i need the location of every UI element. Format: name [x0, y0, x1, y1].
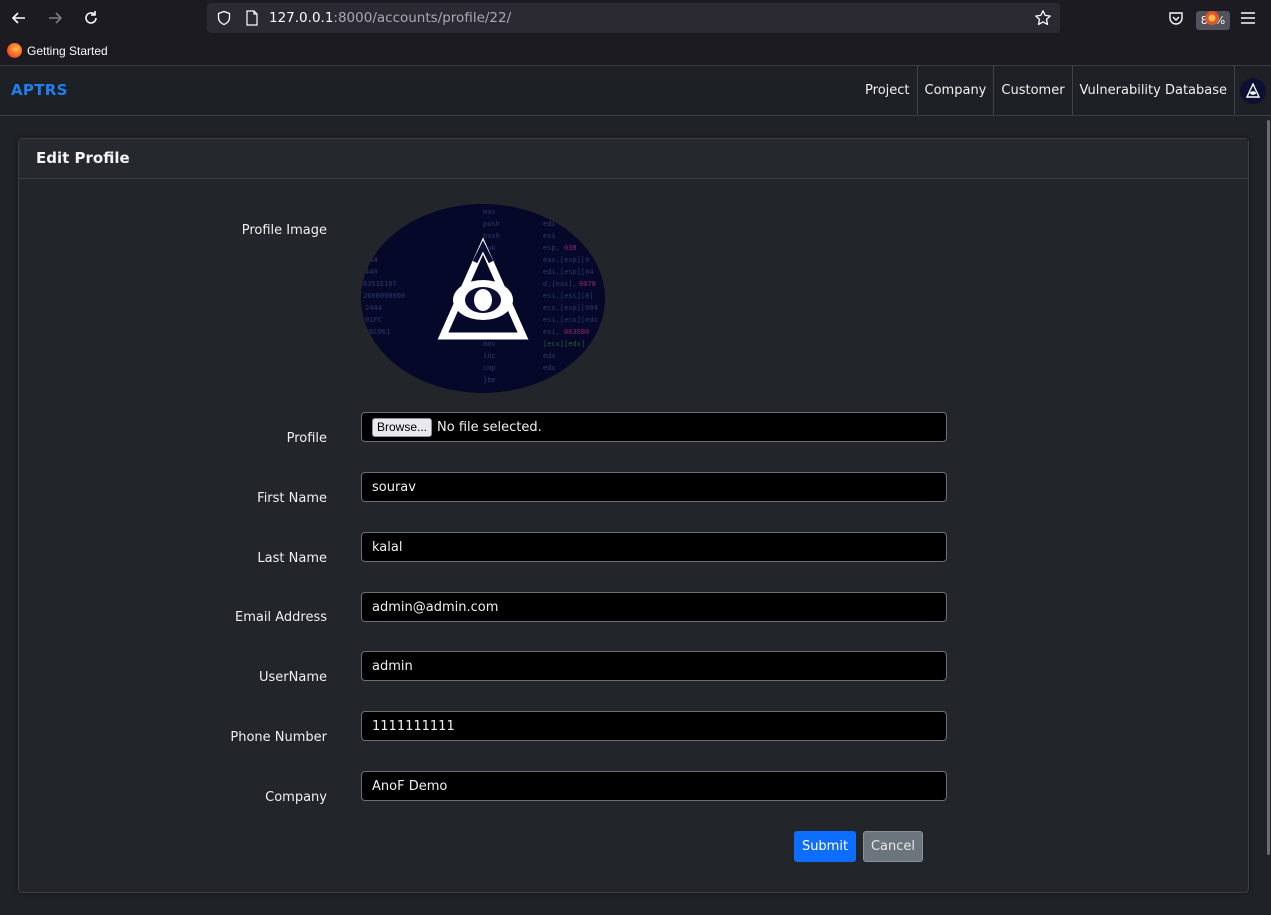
svg-text:cmp: cmp [483, 364, 496, 372]
pocket-icon[interactable] [1166, 8, 1186, 28]
svg-text:edx: edx [543, 364, 556, 372]
card-header: Edit Profile [19, 139, 1248, 179]
svg-text:push: push [483, 220, 500, 228]
svg-text:[ecx][edx]: [ecx][edx] [543, 340, 585, 348]
page-title: Edit Profile [36, 149, 130, 167]
svg-text:444: 444 [365, 256, 378, 264]
firefox-icon [7, 43, 22, 58]
phone-field[interactable]: 1111111111 [361, 711, 947, 741]
nav-link-vulnerability-database[interactable]: Vulnerability Database [1073, 66, 1235, 115]
first-name-label: First Name [257, 491, 327, 506]
app-navbar: APTRS Project Company Customer Vulnerabi… [0, 65, 1271, 116]
svg-text:6351E107: 6351E107 [363, 280, 397, 288]
cancel-button[interactable]: Cancel [863, 831, 923, 862]
svg-text:0636B0: 0636B0 [564, 328, 589, 336]
extension-icon[interactable] [1202, 8, 1222, 28]
svg-text:0078: 0078 [579, 280, 596, 288]
bookmarks-bar: Getting Started [0, 36, 1271, 65]
forward-icon[interactable] [44, 7, 66, 29]
svg-text:edi,[esp][04: edi,[esp][04 [543, 268, 594, 276]
svg-text:edi: edi [543, 220, 556, 228]
svg-text:esi: esi [543, 232, 556, 240]
first-name-field[interactable]: sourav [361, 472, 947, 502]
svg-text:edx: edx [543, 352, 556, 360]
company-label: Company [265, 790, 327, 805]
phone-label: Phone Number [230, 730, 327, 745]
last-name-field[interactable]: kalal [361, 532, 947, 562]
svg-text:440: 440 [365, 268, 378, 276]
company-field[interactable]: AnoF Demo [361, 771, 947, 801]
svg-text:push: push [483, 232, 500, 240]
username-label: UserName [259, 670, 327, 685]
submit-button[interactable]: Submit [794, 831, 856, 862]
svg-text:ecx,[esp][004: ecx,[esp][004 [543, 304, 598, 312]
back-icon[interactable] [8, 7, 30, 29]
svg-text:d,[eax],: d,[eax], [543, 280, 577, 288]
page-icon [243, 9, 261, 27]
menu-icon[interactable] [1238, 8, 1258, 28]
svg-text:038: 038 [564, 244, 577, 252]
url-bar[interactable]: 127.0.0.1:8000/accounts/profile/22/ 80% [207, 3, 1230, 33]
profile-image-label: Profile Image [241, 223, 327, 238]
last-name-label: Last Name [257, 551, 327, 566]
svg-text:mov: mov [483, 208, 496, 216]
svg-text:eax,[esp][0: eax,[esp][0 [543, 256, 589, 264]
url-host: 127.0.0.1 [269, 10, 334, 26]
email-field[interactable]: admin@admin.com [361, 592, 947, 622]
shield-icon[interactable] [215, 9, 233, 27]
user-avatar[interactable] [1235, 66, 1271, 115]
bookmark-star-icon[interactable] [1033, 8, 1053, 28]
page-scrollbar[interactable] [1267, 120, 1270, 855]
browse-button[interactable]: Browse... [372, 417, 433, 437]
nav-link-customer[interactable]: Customer [994, 66, 1073, 115]
nav-links: Project Company Customer Vulnerability D… [858, 66, 1271, 115]
nav-link-project[interactable]: Project [858, 66, 918, 115]
svg-text:E6C061: E6C061 [365, 328, 390, 336]
svg-text:jbe: jbe [483, 376, 496, 384]
edit-profile-card: Edit Profile Profile Image mov edi push es… [18, 138, 1249, 893]
email-label: Email Address [235, 610, 327, 625]
svg-text:2600000000: 2600000000 [363, 292, 405, 300]
browser-toolbar: 127.0.0.1:8000/accounts/profile/22/ 80% [0, 0, 1271, 36]
svg-text:inc: inc [483, 352, 496, 360]
svg-text:mov: mov [483, 340, 496, 348]
svg-text:2444: 2444 [365, 304, 382, 312]
avatar-eye-icon [1240, 77, 1266, 104]
url-text[interactable]: 127.0.0.1:8000/accounts/profile/22/ [269, 10, 511, 26]
nav-link-company[interactable]: Company [918, 66, 995, 115]
svg-text:esp,: esp, [543, 244, 560, 252]
svg-text:01FC: 01FC [365, 316, 382, 324]
file-status: No file selected. [437, 419, 542, 435]
bookmark-label: Getting Started [27, 43, 108, 58]
reload-icon[interactable] [80, 7, 102, 29]
username-field[interactable]: admin [361, 651, 947, 681]
url-path: :8000/accounts/profile/22/ [333, 10, 512, 26]
svg-text:esi,[ecx][edx: esi,[ecx][edx [543, 316, 598, 324]
brand-logo[interactable]: APTRS [11, 81, 68, 99]
profile-file-input[interactable]: Browse... No file selected. [361, 412, 947, 442]
profile-image: mov edi push esi push esp, 038 sub eax,[esp][… [361, 204, 605, 393]
svg-text:esi,[esi][0]: esi,[esi][0] [543, 292, 594, 300]
profile-label: Profile [286, 431, 327, 446]
svg-text:esi,: esi, [543, 328, 560, 336]
bookmark-getting-started[interactable]: Getting Started [7, 43, 108, 58]
